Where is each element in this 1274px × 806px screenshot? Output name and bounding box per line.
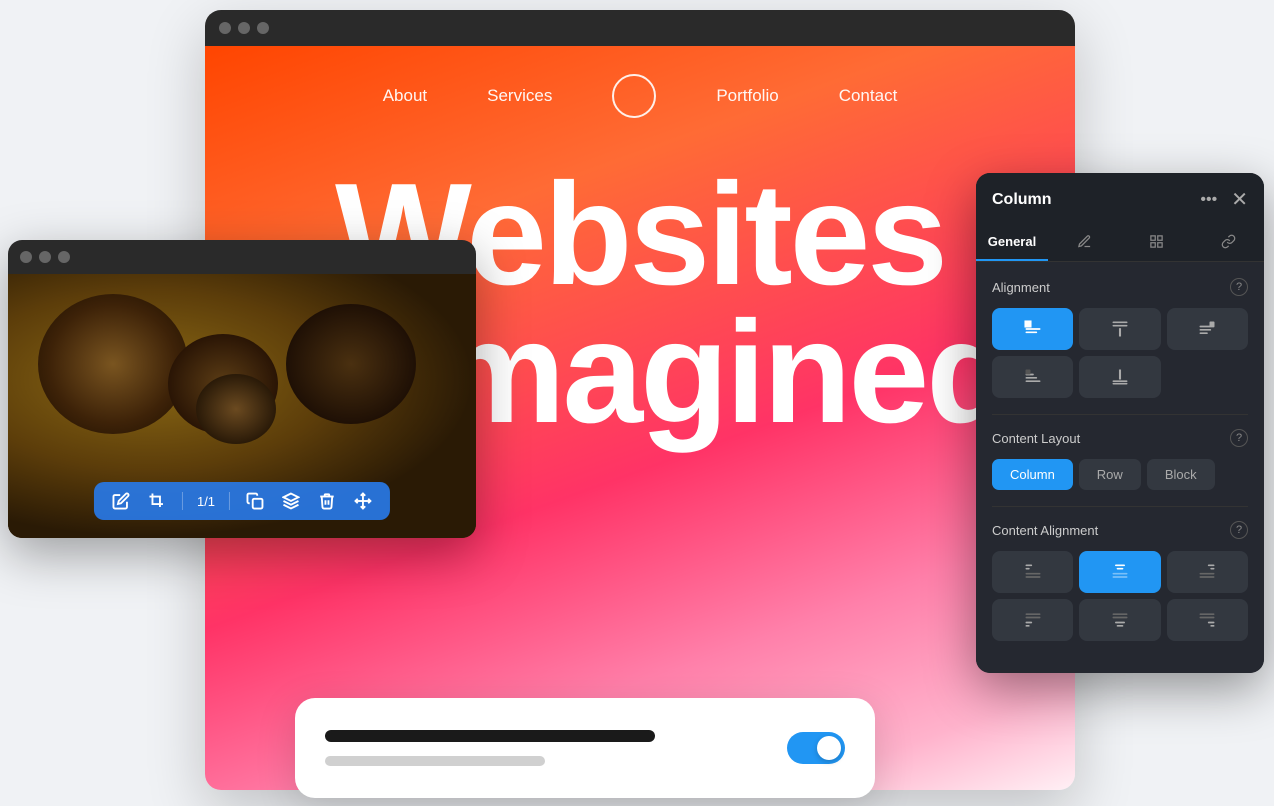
content-align-tc-icon — [1110, 562, 1130, 582]
bowl-decoration-1 — [38, 294, 188, 434]
edit-icon[interactable] — [110, 490, 132, 512]
toggle-switch[interactable] — [787, 732, 845, 764]
window-dot-2 — [238, 22, 250, 34]
nav-about[interactable]: About — [383, 86, 427, 106]
layout-btn-block[interactable]: Block — [1147, 459, 1215, 490]
panel-close-icon[interactable]: ✕ — [1231, 187, 1248, 212]
window-chrome — [205, 10, 1075, 46]
tab-link[interactable] — [1192, 224, 1264, 261]
content-layout-label: Content Layout — [992, 431, 1080, 446]
align-top-left-icon — [1023, 319, 1043, 339]
tab-general[interactable]: General — [976, 224, 1048, 261]
nav-contact[interactable]: Contact — [839, 86, 898, 106]
align-top-right-icon — [1197, 319, 1217, 339]
content-align-bc-icon — [1110, 610, 1130, 630]
panel-title: Column — [992, 191, 1052, 209]
alignment-section-header: Alignment ? — [992, 278, 1248, 296]
image-editor-body: 1/1 — [8, 274, 476, 538]
copy-icon[interactable] — [244, 490, 266, 512]
window-dot-3 — [257, 22, 269, 34]
toolbar-separator-2 — [229, 492, 230, 510]
align-btn-bottom-left[interactable] — [992, 356, 1073, 398]
content-alignment-label: Content Alignment — [992, 523, 1098, 538]
move-icon[interactable] — [352, 490, 374, 512]
nav-services[interactable]: Services — [487, 86, 552, 106]
align-bottom-center-icon — [1110, 367, 1130, 387]
tab-general-label: General — [988, 234, 1036, 249]
style-tab-icon — [1077, 234, 1092, 249]
content-alignment-help-icon[interactable]: ? — [1230, 521, 1248, 539]
toggle-line-secondary — [325, 756, 545, 766]
align-top-center-icon — [1110, 319, 1130, 339]
panel-more-icon[interactable]: ••• — [1200, 191, 1217, 209]
layer-icon[interactable] — [280, 490, 302, 512]
align-btn-top-left[interactable] — [992, 308, 1073, 350]
content-alignment-buttons — [992, 551, 1248, 641]
image-toolbar: 1/1 — [94, 482, 390, 520]
crop-icon[interactable] — [146, 490, 168, 512]
content-align-top-right[interactable] — [1167, 551, 1248, 593]
tab-style[interactable] — [1048, 224, 1120, 261]
bowl-decoration-3 — [286, 304, 416, 424]
nav-portfolio[interactable]: Portfolio — [716, 86, 778, 106]
divider-2 — [992, 506, 1248, 507]
panel-tabs: General — [976, 224, 1264, 262]
editor-dot-1 — [20, 251, 32, 263]
content-align-bl-icon — [1023, 610, 1043, 630]
toggle-knob — [817, 736, 841, 760]
content-align-bottom-right[interactable] — [1167, 599, 1248, 641]
alignment-help-icon[interactable]: ? — [1230, 278, 1248, 296]
layout-btn-column[interactable]: Column — [992, 459, 1073, 490]
toolbar-separator-1 — [182, 492, 183, 510]
layout-buttons: Column Row Block — [992, 459, 1248, 490]
link-tab-icon — [1221, 234, 1236, 249]
align-btn-top-right[interactable] — [1167, 308, 1248, 350]
image-editor: 1/1 — [8, 240, 476, 538]
toolbar-counter: 1/1 — [197, 494, 215, 509]
site-nav: About Services Portfolio Contact — [205, 46, 1075, 146]
content-align-top-left[interactable] — [992, 551, 1073, 593]
content-layout-help-icon[interactable]: ? — [1230, 429, 1248, 447]
tab-advanced[interactable] — [1120, 224, 1192, 261]
panel-header-actions: ••• ✕ — [1200, 187, 1248, 212]
content-alignment-header: Content Alignment ? — [992, 521, 1248, 539]
window-dot-1 — [219, 22, 231, 34]
content-align-tr-icon — [1197, 562, 1217, 582]
toggle-line-primary — [325, 730, 655, 742]
divider-1 — [992, 414, 1248, 415]
panel-body: Alignment ? — [976, 262, 1264, 673]
editor-dot-2 — [39, 251, 51, 263]
alignment-buttons — [992, 308, 1248, 398]
align-bottom-left-icon — [1023, 367, 1043, 387]
panel-header: Column ••• ✕ — [976, 173, 1264, 224]
image-editor-chrome — [8, 240, 476, 274]
toggle-content-lines — [325, 730, 655, 766]
column-panel: Column ••• ✕ General Align — [976, 173, 1264, 673]
nav-logo[interactable] — [612, 74, 656, 118]
content-align-top-center[interactable] — [1079, 551, 1160, 593]
content-align-tl-icon — [1023, 562, 1043, 582]
layout-btn-row[interactable]: Row — [1079, 459, 1141, 490]
alignment-label: Alignment — [992, 280, 1050, 295]
toggle-card — [295, 698, 875, 798]
content-align-bottom-left[interactable] — [992, 599, 1073, 641]
align-btn-top-center[interactable] — [1079, 308, 1160, 350]
editor-dot-3 — [58, 251, 70, 263]
bowl-decoration-4 — [196, 374, 276, 444]
advanced-tab-icon — [1149, 234, 1164, 249]
delete-icon[interactable] — [316, 490, 338, 512]
content-align-bottom-center[interactable] — [1079, 599, 1160, 641]
content-layout-header: Content Layout ? — [992, 429, 1248, 447]
align-btn-bottom-center[interactable] — [1079, 356, 1160, 398]
content-align-br-icon — [1197, 610, 1217, 630]
